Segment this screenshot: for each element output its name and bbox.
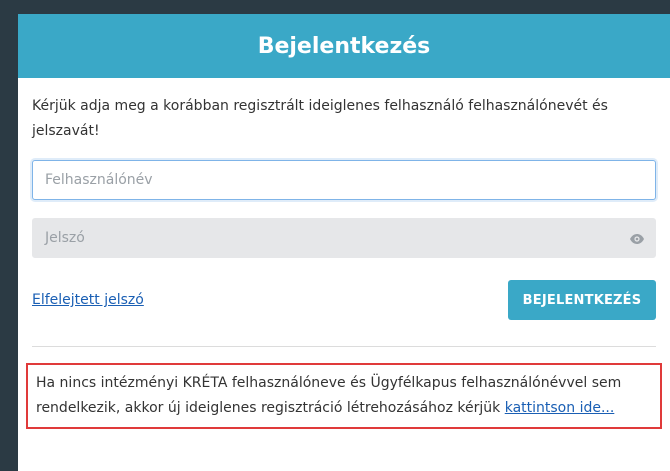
login-header: Bejelentkezés bbox=[18, 14, 670, 78]
login-actions: Elfelejtett jelszó BEJELENTKEZÉS bbox=[32, 280, 656, 320]
login-card: Bejelentkezés Kérjük adja meg a korábban… bbox=[18, 14, 670, 471]
intro-text: Kérjük adja meg a korábban regisztrált i… bbox=[32, 98, 608, 139]
password-placeholder: Jelszó bbox=[45, 230, 85, 246]
register-link[interactable]: kattintson ide... bbox=[505, 400, 615, 416]
login-button[interactable]: BEJELENTKEZÉS bbox=[508, 280, 656, 320]
eye-icon[interactable] bbox=[629, 231, 645, 247]
page-title: Bejelentkezés bbox=[257, 33, 431, 59]
login-body: Kérjük adja meg a korábban regisztrált i… bbox=[18, 94, 670, 429]
registration-notice: Ha nincs intézményi KRÉTA felhasználónev… bbox=[26, 363, 662, 429]
username-input[interactable]: Felhasználónév bbox=[32, 160, 656, 200]
username-placeholder: Felhasználónév bbox=[45, 172, 153, 188]
forgot-password-link[interactable]: Elfelejtett jelszó bbox=[32, 292, 144, 308]
password-input[interactable]: Jelszó bbox=[32, 218, 656, 258]
divider bbox=[32, 346, 656, 347]
